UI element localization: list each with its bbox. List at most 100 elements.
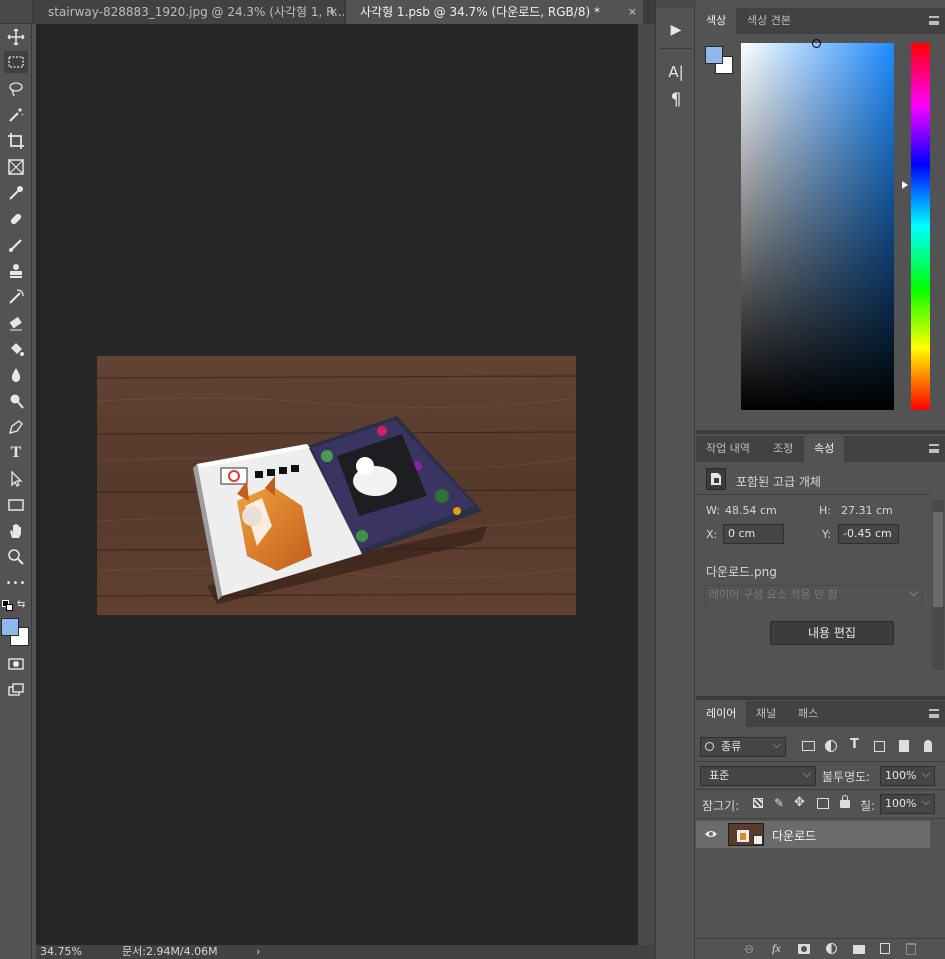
panel-menu-icon[interactable] [929, 709, 939, 718]
paragraph-panel-icon[interactable]: ¶ [664, 88, 688, 112]
tab-history[interactable]: 작업 내역 [696, 436, 760, 462]
lock-pixels-icon[interactable]: ✎ [774, 796, 784, 810]
document-image[interactable] [96, 356, 577, 615]
tab-label: stairway-828883_1920.jpg @ 24.3% (사각형 1,… [48, 5, 344, 19]
new-adjustment-icon[interactable] [826, 943, 837, 954]
toolbar-grip[interactable] [0, 0, 32, 24]
tab-properties[interactable]: 속성 [804, 436, 845, 462]
linked-filename: 다운로드.png [706, 565, 777, 579]
add-mask-icon[interactable] [798, 944, 810, 954]
trash-icon[interactable] [906, 943, 916, 955]
new-group-folder-icon[interactable] [853, 945, 865, 954]
filter-shape-icon[interactable] [874, 741, 885, 752]
move-icon[interactable] [4, 26, 28, 48]
foreground-color-swatch[interactable] [705, 46, 723, 64]
lock-all-icon[interactable] [840, 800, 850, 808]
x-position-field[interactable]: 0 cm [723, 524, 784, 544]
healing-brush-icon[interactable] [4, 208, 28, 230]
panel-menu-icon[interactable] [929, 444, 939, 453]
smart-object-badge-icon [753, 835, 763, 845]
quick-mask-icon[interactable] [4, 653, 28, 675]
blur-icon[interactable] [4, 364, 28, 386]
tab-adjustments[interactable]: 조정 [763, 436, 803, 462]
filter-adjustment-icon[interactable] [825, 740, 837, 752]
layers-panel-tabs: 레이어 채널 패스 [696, 701, 945, 727]
status-menu-arrow[interactable]: › [256, 945, 260, 959]
eraser-icon[interactable] [4, 312, 28, 334]
filter-kind-label: 종류 [721, 740, 742, 753]
lasso-icon[interactable] [4, 78, 28, 100]
tab-paths[interactable]: 패스 [788, 701, 828, 727]
color-panel-tabs: 색상 색상 견본 [696, 8, 945, 34]
default-colors-icon[interactable] [2, 600, 14, 612]
properties-scrollbar[interactable] [932, 500, 944, 670]
foreground-color-swatch[interactable] [1, 618, 19, 636]
visibility-eye-icon[interactable] [704, 827, 718, 841]
layer-comp-dropdown[interactable]: 레이어 구성 요소 적용 안 함 [704, 584, 923, 605]
edit-contents-button[interactable]: 내용 편집 [770, 621, 894, 645]
fx-icon[interactable]: fx [772, 941, 781, 956]
path-selection-icon[interactable] [4, 468, 28, 490]
link-layers-icon[interactable]: ⊖ [744, 942, 754, 956]
type-icon[interactable]: T [4, 442, 28, 464]
lock-position-icon[interactable]: ✥ [794, 795, 805, 810]
swap-colors-icon[interactable]: ⇆ [17, 599, 25, 610]
filter-type-icon[interactable]: T [850, 737, 859, 752]
filter-pixel-icon[interactable] [802, 741, 815, 751]
marquee-icon[interactable] [4, 51, 28, 73]
frame-icon[interactable] [4, 156, 28, 178]
fill-field[interactable]: 100% [880, 793, 935, 814]
layer-name[interactable]: 다운로드 [772, 827, 816, 844]
brush-icon[interactable] [4, 234, 28, 256]
status-bar: 34.75% 문서:2.94M/4.06M › [36, 945, 655, 959]
filter-smart-object-icon[interactable] [899, 740, 909, 752]
tab-color[interactable]: 색상 [696, 8, 737, 34]
layer-thumbnail [728, 823, 764, 846]
opacity-field[interactable]: 100% [880, 765, 935, 786]
zoom-icon[interactable] [4, 546, 28, 568]
color-picker-cursor[interactable] [812, 39, 821, 48]
screen-mode-icon[interactable] [4, 679, 28, 701]
filter-toggle-icon[interactable] [924, 740, 932, 752]
close-icon[interactable]: × [628, 0, 637, 24]
layer-row[interactable]: 다운로드 [696, 821, 930, 848]
magic-wand-icon[interactable] [4, 104, 28, 126]
lock-transparent-icon[interactable] [753, 798, 763, 808]
more-tools-icon[interactable]: ••• [4, 572, 28, 594]
blend-mode-dropdown[interactable]: 표준 [700, 765, 816, 786]
width-label: W: [706, 504, 720, 517]
zoom-level[interactable]: 34.75% [40, 945, 82, 959]
tab-channels[interactable]: 채널 [746, 701, 786, 727]
width-value: 48.54 cm [725, 504, 777, 517]
actions-play-icon[interactable]: ▶ [664, 18, 688, 42]
y-position-field[interactable]: -0.45 cm [838, 524, 899, 544]
clone-stamp-icon[interactable] [4, 260, 28, 282]
rectangle-icon[interactable] [4, 494, 28, 516]
tab-layers[interactable]: 레이어 [696, 701, 747, 727]
canvas-scrollbar[interactable] [638, 24, 655, 945]
strip-grip[interactable] [656, 0, 696, 8]
document-tab-active[interactable]: 사각형 1.psb @ 34.7% (다운로드, RGB/8) * × [346, 0, 643, 24]
hue-slider[interactable] [911, 43, 930, 410]
fill-label: 칠: [860, 799, 876, 813]
color-field[interactable] [741, 39, 894, 410]
eyedropper-icon[interactable] [4, 182, 28, 204]
paint-bucket-icon[interactable] [4, 338, 28, 360]
dodge-icon[interactable] [4, 390, 28, 412]
smart-object-icon [706, 468, 726, 490]
object-type-label: 포함된 고급 개체 [736, 475, 821, 489]
crop-icon[interactable] [4, 130, 28, 152]
panel-menu-icon[interactable] [929, 16, 939, 25]
hue-slider-handle[interactable] [902, 181, 908, 189]
hand-icon[interactable] [4, 520, 28, 542]
new-layer-icon[interactable] [880, 943, 890, 954]
lock-artboard-icon[interactable] [817, 798, 829, 809]
canvas-area[interactable] [36, 24, 638, 945]
tab-swatches[interactable]: 색상 견본 [737, 8, 801, 34]
pen-icon[interactable] [4, 416, 28, 438]
character-panel-icon[interactable]: A| [664, 60, 688, 84]
document-tab-stairway[interactable]: stairway-828883_1920.jpg @ 24.3% (사각형 1,… [34, 0, 344, 24]
document-size: 문서:2.94M/4.06M [122, 945, 218, 958]
close-icon[interactable]: × [329, 0, 338, 24]
history-brush-icon[interactable] [4, 286, 28, 308]
